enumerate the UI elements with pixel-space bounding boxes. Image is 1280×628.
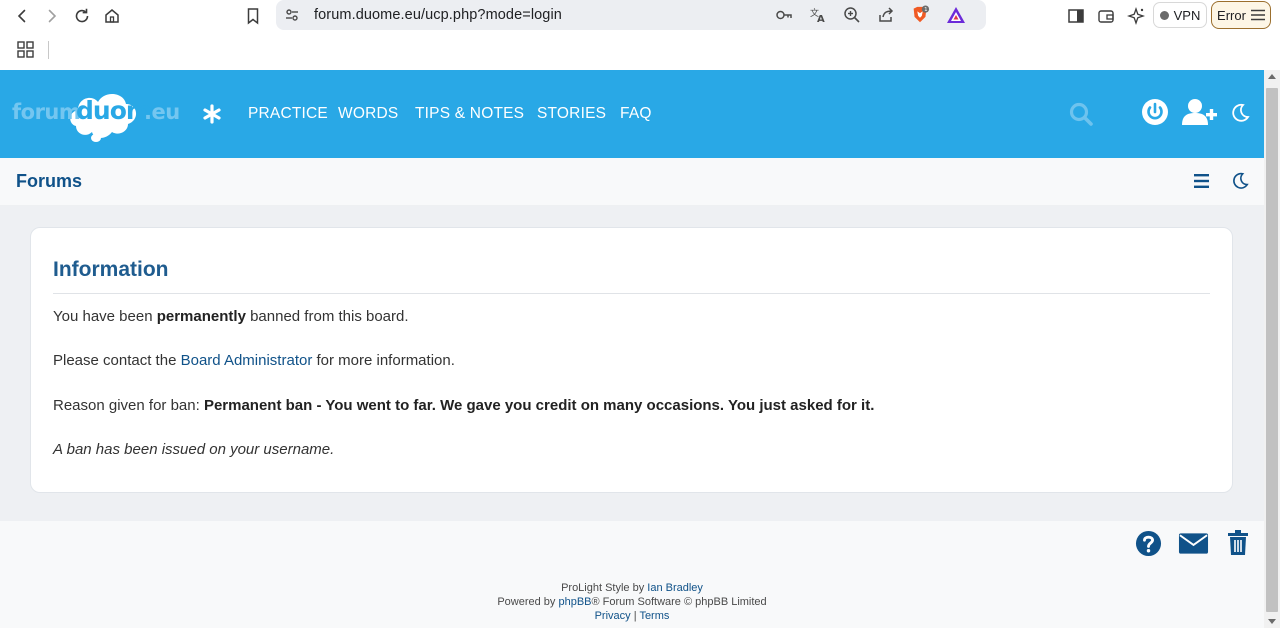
wallet-icon[interactable] (1094, 4, 1118, 28)
brave-shield-icon[interactable]: 1 (910, 5, 930, 25)
information-panel: Information You have been permanently ba… (30, 227, 1233, 493)
nav-stories[interactable]: STORIES (537, 105, 606, 123)
contact-envelope-icon[interactable] (1177, 529, 1209, 557)
address-bar[interactable]: forum.duome.eu/ucp.php?mode=login 文A 1 (276, 0, 986, 30)
error-label: Error (1217, 7, 1246, 23)
forum-breadcrumb-bar: Forums (0, 158, 1264, 206)
footer-links: Privacy | Terms (594, 610, 670, 622)
delete-cookies-trash-icon[interactable] (1226, 529, 1250, 557)
phpbb-link[interactable]: phpBB (558, 596, 591, 608)
ban-username-note: A ban has been issued on your username. (53, 441, 335, 458)
help-question-icon[interactable] (1134, 529, 1162, 557)
brave-rewards-icon[interactable] (946, 5, 966, 25)
ban-reason-text: Permanent ban - You went to far. We gave… (203, 397, 875, 414)
sidebar-toggle-icon[interactable] (1064, 4, 1088, 28)
bookmarks-divider (48, 41, 49, 59)
nav-practice[interactable]: PRACTICE (248, 105, 328, 123)
logo-text-eu: .eu (144, 100, 180, 124)
site-logo[interactable]: forum duome .eu (10, 86, 180, 144)
theme-moon-icon[interactable] (1230, 171, 1250, 191)
reload-icon (75, 8, 89, 23)
panel-divider (53, 293, 1210, 294)
ban-reason: Reason given for ban: Permanent ban - Yo… (53, 397, 875, 414)
ban-type: permanently (156, 308, 246, 325)
search-icon[interactable] (1068, 101, 1094, 127)
site-settings-icon[interactable] (282, 5, 302, 25)
translate-icon[interactable]: 文A (808, 5, 828, 25)
bookmarks-bar (0, 32, 1280, 70)
home-icon (105, 9, 119, 23)
forward-button[interactable] (40, 4, 64, 28)
privacy-link[interactable]: Privacy (595, 610, 631, 622)
back-button[interactable] (10, 4, 34, 28)
chevron-left-icon (17, 9, 26, 23)
register-user-plus-icon[interactable] (1182, 97, 1218, 127)
chevron-right-icon (48, 9, 57, 23)
zoom-in-icon[interactable] (842, 5, 862, 25)
ian-bradley-link[interactable]: Ian Bradley (647, 582, 703, 594)
logo-text-forum: forum (12, 100, 81, 124)
svg-text:1: 1 (924, 7, 927, 13)
bookmark-icon (247, 8, 259, 25)
scroll-down-arrow-icon[interactable] (1268, 619, 1276, 624)
home-button[interactable] (100, 4, 124, 28)
terms-link[interactable]: Terms (639, 610, 669, 622)
power-login-icon[interactable] (1141, 98, 1169, 126)
panel-title: Information (53, 258, 169, 281)
hamburger-menu-icon (1250, 9, 1265, 21)
dark-mode-moon-icon[interactable] (1230, 103, 1250, 123)
bookmark-button[interactable] (241, 4, 265, 28)
url-text[interactable]: forum.duome.eu/ucp.php?mode=login (314, 7, 562, 23)
leo-ai-icon[interactable] (1124, 4, 1148, 28)
scroll-up-arrow-icon[interactable] (1268, 74, 1276, 79)
reload-button[interactable] (70, 4, 94, 28)
powered-by-credit: Powered by phpBB® Forum Software © phpBB… (497, 596, 767, 608)
page-footer: ProLight Style by Ian Bradley Powered by… (0, 521, 1264, 628)
vpn-button[interactable]: VPN (1153, 2, 1207, 28)
page-scrollbar[interactable] (1264, 70, 1280, 628)
asterisk-menu-icon[interactable] (200, 102, 224, 126)
key-icon[interactable] (774, 5, 794, 25)
browser-toolbar: forum.duome.eu/ucp.php?mode=login 文A 1 V… (0, 0, 1280, 32)
vpn-label: VPN (1173, 7, 1201, 23)
style-credit: ProLight Style by Ian Bradley (561, 582, 703, 594)
nav-faq[interactable]: FAQ (620, 105, 652, 123)
board-administrator-link[interactable]: Board Administrator (181, 352, 313, 369)
vpn-status-dot-icon (1159, 10, 1169, 20)
site-header: forum duome .eu PRACTICE WORDS TIPS & NO… (0, 70, 1264, 158)
share-icon[interactable] (876, 5, 896, 25)
apps-grid-icon[interactable] (16, 40, 36, 60)
error-menu-button[interactable]: Error (1211, 1, 1271, 29)
scrollbar-thumb[interactable] (1266, 88, 1278, 612)
svg-text:A: A (817, 14, 825, 24)
forums-link[interactable]: Forums (16, 171, 82, 192)
nav-tips-notes[interactable]: TIPS & NOTES (415, 105, 524, 123)
hamburger-menu-icon[interactable] (1192, 172, 1212, 190)
ban-message: You have been permanently banned from th… (53, 308, 409, 325)
contact-message: Please contact the Board Administrator f… (53, 352, 455, 369)
nav-words[interactable]: WORDS (338, 105, 398, 123)
